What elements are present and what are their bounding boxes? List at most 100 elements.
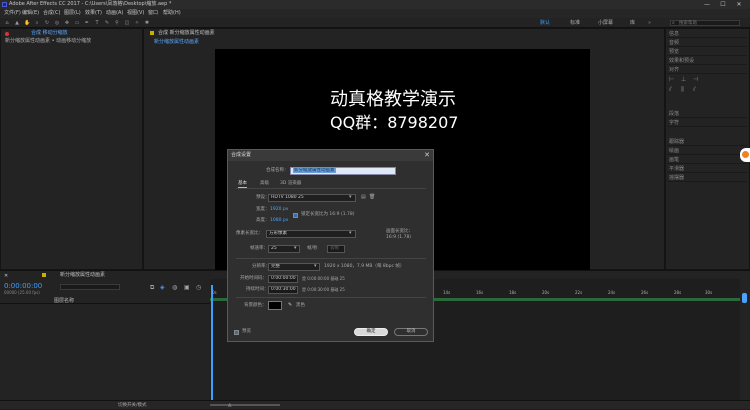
selection-tool-icon[interactable]: ▲ <box>14 20 20 26</box>
comp-flowchart-icon[interactable]: ⧉ <box>150 284 154 292</box>
clone-stamp-tool-icon[interactable]: ⚲ <box>114 20 120 26</box>
tab-comp-sub[interactable]: 新分缩放属性动画素 <box>154 38 199 46</box>
height-value[interactable]: 1080 px <box>270 218 288 224</box>
fps-chevron-down-icon[interactable]: ▾ <box>294 245 297 251</box>
workspace-overflow-icon[interactable]: » <box>648 18 651 28</box>
par-chevron-down-icon[interactable]: ▾ <box>349 230 352 236</box>
panel-info[interactable]: 信息 <box>667 30 747 38</box>
pan-behind-tool-icon[interactable]: ✥ <box>64 20 70 26</box>
playhead[interactable] <box>211 285 213 401</box>
menu-window[interactable]: 窗口 <box>148 9 158 18</box>
drop-frame-value: 丢帧 <box>330 246 339 251</box>
eyedropper-icon[interactable]: ✎ <box>288 302 292 308</box>
preset-chevron-down-icon[interactable]: ▾ <box>349 194 352 200</box>
menu-edit[interactable]: 编辑(E) <box>22 9 39 18</box>
tab-basic[interactable]: 基本 <box>238 181 247 188</box>
puppet-tool-icon[interactable]: ✱ <box>144 20 150 26</box>
bg-color-swatch[interactable] <box>268 301 282 310</box>
distribute-center-icon[interactable]: ⫼ <box>681 86 684 94</box>
panel-brushes[interactable]: 画笔 <box>667 156 747 164</box>
panel-paint[interactable]: 绘画 <box>667 147 747 155</box>
timeline-search-input[interactable] <box>60 284 120 290</box>
frame-blending-icon[interactable]: ▣ <box>184 284 190 291</box>
cancel-button[interactable]: 取消 <box>394 328 428 336</box>
panel-smoother[interactable]: 平滑器 <box>667 165 747 173</box>
resolution-chevron-down-icon[interactable]: ▾ <box>314 263 317 269</box>
draft-3d-icon[interactable]: ◈ <box>160 284 165 291</box>
graph-editor-icon[interactable]: ◷ <box>196 284 201 291</box>
minimize-button[interactable]: — <box>700 0 714 9</box>
floating-widget[interactable] <box>740 148 750 162</box>
camera-tool-icon[interactable]: ◎ <box>54 20 60 26</box>
timeline-swatch-icon <box>42 273 46 277</box>
ok-button[interactable]: 确定 <box>354 328 388 336</box>
menu-file[interactable]: 文件(F) <box>4 9 21 18</box>
align-center-icon[interactable]: ⊥ <box>681 76 686 83</box>
workspace-standard[interactable]: 标准 <box>570 18 580 28</box>
menu-view[interactable]: 视图(V) <box>127 9 144 18</box>
close-window-button[interactable]: ✕ <box>732 0 746 9</box>
resolution-select[interactable]: 完整 <box>268 263 320 271</box>
rectangle-tool-icon[interactable]: ▭ <box>74 20 80 26</box>
tab-3d-renderer[interactable]: 3D 渲染器 <box>280 181 301 187</box>
timeline-close-icon[interactable]: ✕ <box>4 273 8 279</box>
home-icon[interactable]: ⌂ <box>4 20 10 26</box>
breadcrumb: 新分缩放属性动画素 • 动画移动分缩放 <box>5 38 92 44</box>
preview-checkbox[interactable] <box>234 330 239 335</box>
align-left-icon[interactable]: ⊢ <box>669 76 674 83</box>
distribute-right-icon[interactable]: ⫽ <box>693 86 696 94</box>
text-tool-icon[interactable]: T <box>94 20 100 26</box>
menu-effect[interactable]: 效果(T) <box>85 9 102 18</box>
menu-composition[interactable]: 合成(C) <box>43 9 60 18</box>
menu-help[interactable]: 帮助(H) <box>163 9 181 18</box>
fps-value: 25 <box>271 246 277 251</box>
hand-tool-icon[interactable]: ✋ <box>24 20 30 26</box>
brush-tool-icon[interactable]: ✎ <box>104 20 110 26</box>
preset-select[interactable]: HDTV 1080 25 <box>268 194 356 202</box>
panel-align[interactable]: 对齐 <box>667 66 747 74</box>
menu-layer[interactable]: 图层(L) <box>64 9 81 18</box>
dialog-close-icon[interactable]: ✕ <box>424 150 430 161</box>
panel-wiggler[interactable]: 摇摆器 <box>667 174 747 182</box>
par-select[interactable]: 方形像素 <box>266 230 356 238</box>
pen-tool-icon[interactable]: ✒ <box>84 20 90 26</box>
workspace-small-screen[interactable]: 小屏幕 <box>598 18 613 28</box>
panel-audio[interactable]: 音频 <box>667 39 747 47</box>
search-help-input[interactable]: 搜索帮助 <box>670 20 740 26</box>
start-timecode-label: 开始时间码： <box>240 276 267 281</box>
eraser-tool-icon[interactable]: ◫ <box>124 20 130 26</box>
motion-blur-icon[interactable]: ◍ <box>172 284 177 291</box>
align-right-icon[interactable]: ⊣ <box>693 76 698 83</box>
panel-paragraph[interactable]: 段落 <box>667 110 747 118</box>
zoom-slider[interactable] <box>210 404 280 406</box>
save-preset-icon[interactable]: ▤ <box>361 194 366 200</box>
distribute-left-icon[interactable]: ⫽ <box>669 86 672 94</box>
duration-field[interactable]: 0:00:30:00 <box>268 286 298 294</box>
start-timecode-value: 0:00:00:00 <box>271 276 296 281</box>
panel-effects-presets[interactable]: 效果和预设 <box>667 57 747 65</box>
comp-name-field[interactable]: 新分缩放属性动画素 <box>290 167 396 175</box>
width-value[interactable]: 1920 px <box>270 207 288 213</box>
workspace-libraries[interactable]: 库 <box>630 18 635 28</box>
rotate-tool-icon[interactable]: ↻ <box>44 20 50 26</box>
start-timecode-field[interactable]: 0:00:00:00 <box>268 275 298 283</box>
tab-project-comp[interactable]: 合成 移动分缩放 <box>31 29 68 37</box>
timecode-display[interactable]: 0:00:00:00 <box>4 282 42 290</box>
drop-frame-select[interactable]: 丢帧 <box>327 245 345 253</box>
tab-advanced[interactable]: 高级 <box>260 181 269 187</box>
maximize-button[interactable]: ☐ <box>716 0 730 9</box>
tab-composition[interactable]: 合成 新分缩放属性动画素 <box>158 29 215 37</box>
panel-tracker[interactable]: 跟踪器 <box>667 138 747 146</box>
tab-timeline[interactable]: 新分缩放属性动画素 <box>60 271 105 279</box>
delete-preset-icon[interactable]: 🗑 <box>369 194 375 200</box>
zoom-slider-handle[interactable] <box>742 293 747 303</box>
panel-preview[interactable]: 预览 <box>667 48 747 56</box>
par-value: 方形像素 <box>269 231 287 236</box>
zoom-tool-icon[interactable]: ⌕ <box>34 20 40 26</box>
comp-name-value: 新分缩放属性动画素 <box>293 168 336 173</box>
resolution-value: 完整 <box>271 264 280 269</box>
panel-character[interactable]: 字符 <box>667 119 747 127</box>
menu-animation[interactable]: 动画(A) <box>106 9 123 18</box>
lock-ratio-checkbox[interactable] <box>293 213 298 218</box>
roto-brush-tool-icon[interactable]: ✧ <box>134 20 140 26</box>
